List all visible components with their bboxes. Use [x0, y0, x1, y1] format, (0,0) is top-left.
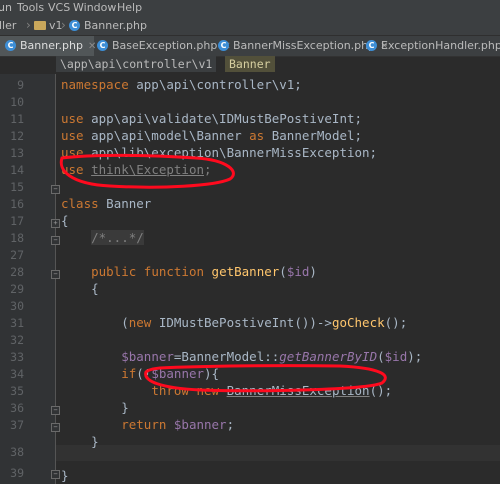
line-number: 30	[10, 299, 24, 313]
fold-marker-icon[interactable]: −	[51, 423, 60, 432]
code-line-36: return $banner;	[121, 417, 235, 432]
menu-window[interactable]: Window	[73, 1, 116, 14]
code-line-37: }	[91, 434, 99, 449]
tab-baseexception-php[interactable]: CBaseException.php✕	[92, 36, 231, 56]
php-class-icon: C	[69, 19, 80, 31]
namespace-crumb[interactable]: \app\api\controller\v1	[56, 56, 217, 72]
code-line-16: class Banner	[61, 196, 152, 211]
code-line-11: use app\api\validate\IDMustBePostiveInt;	[61, 111, 363, 126]
php-class-icon: C	[97, 39, 108, 51]
code-line-9: namespace app\api\controller\v1;	[61, 77, 302, 92]
code-line-13: use app\lib\exception\BannerMissExceptio…	[61, 145, 378, 160]
line-number: 14	[10, 163, 24, 177]
line-number: 18	[10, 231, 24, 245]
fold-marker-icon[interactable]: −	[51, 470, 60, 479]
line-number: 10	[10, 95, 24, 109]
editor-tab-bar: CBanner.php✕ CBaseException.php✕ CBanner…	[0, 36, 500, 57]
line-number: 13	[10, 146, 24, 160]
line-number: 11	[10, 112, 24, 126]
menu-vcs[interactable]: VCS	[48, 1, 70, 14]
fold-marker-icon[interactable]: −	[51, 236, 60, 245]
code-line-33: if(!$banner){	[121, 366, 220, 381]
php-class-icon: C	[366, 39, 377, 51]
line-number: 32	[10, 333, 24, 347]
line-number: 39	[10, 466, 24, 480]
line-number: 9	[17, 78, 24, 92]
fold-marker-icon[interactable]: −	[51, 185, 60, 194]
menu-run[interactable]: un	[0, 1, 12, 14]
code-line-30: (new IDMustBePostiveInt())->goCheck();	[121, 315, 408, 330]
code-line-17: {	[61, 213, 69, 228]
folder-icon	[34, 20, 46, 30]
navigation-bar: ller › v1 › C Banner.php	[0, 17, 500, 36]
line-number: 27	[10, 248, 24, 262]
line-number: 16	[10, 197, 24, 211]
nav-banner-php[interactable]: C Banner.php	[69, 19, 147, 32]
line-number: 28	[10, 265, 24, 279]
php-class-icon: C	[5, 39, 16, 51]
menu-bar: un Tools VCS Window Help	[0, 0, 500, 17]
line-number: 12	[10, 129, 24, 143]
code-line-35: }	[121, 400, 129, 415]
line-number: 35	[10, 384, 24, 398]
line-number: 34	[10, 367, 24, 381]
menu-help[interactable]: Help	[117, 1, 142, 14]
fold-expand-icon[interactable]: +	[51, 219, 60, 228]
code-line-28: {	[91, 281, 99, 296]
fold-marker-icon[interactable]: −	[51, 270, 60, 279]
code-line-39: }	[61, 468, 69, 483]
nav-separator: ›	[26, 18, 31, 32]
nav-separator: ›	[61, 18, 66, 32]
nav-controller[interactable]: ller	[0, 19, 16, 32]
nav-v1[interactable]: v1	[34, 19, 63, 32]
folded-comment: /*...*/	[91, 230, 144, 245]
code-line-27: public function getBanner($id)	[91, 264, 317, 279]
line-number: 33	[10, 350, 24, 364]
class-crumb[interactable]: Banner	[225, 56, 275, 72]
tab-banner-php[interactable]: C Banner.php ✕	[0, 36, 96, 56]
tab-exceptionhandler-php[interactable]: C ExceptionHandler.php	[361, 36, 500, 56]
code-line-32: $banner=BannerModel::getBannerByID($id);	[121, 349, 423, 364]
line-number: 31	[10, 316, 24, 330]
code-editor[interactable]: namespace app\api\controller\v1; use app…	[61, 74, 500, 484]
code-line-14: use think\Exception;	[61, 162, 212, 177]
code-line-34: throw new BannerMissException();	[151, 383, 393, 398]
line-number: 38	[10, 445, 24, 459]
code-line-18: /*...*/	[61, 230, 144, 245]
menu-tools[interactable]: Tools	[17, 1, 44, 14]
php-class-icon: C	[218, 39, 229, 51]
line-number: 29	[10, 282, 24, 296]
line-number-gutter: 9 10 11 12 13 14 15 16 17 18 27 28 29 30…	[0, 74, 60, 484]
line-number: 36	[10, 401, 24, 415]
line-number: 17	[10, 214, 24, 228]
code-line-12: use app\api\model\Banner as BannerModel;	[61, 128, 363, 143]
line-number: 37	[10, 418, 24, 432]
line-number: 15	[10, 180, 24, 194]
fold-marker-icon[interactable]: −	[51, 406, 60, 415]
